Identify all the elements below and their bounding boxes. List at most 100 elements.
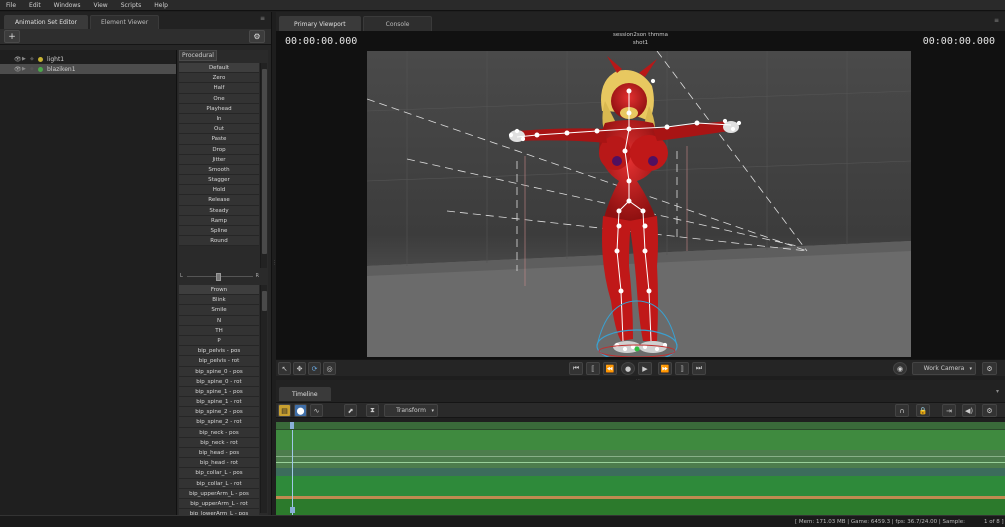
lock-icon[interactable]: ◆ xyxy=(30,66,38,72)
tree-item-light1[interactable]: 👁 ▶ ◆ light1 xyxy=(0,54,176,64)
tab-procedural[interactable]: Procedural xyxy=(179,50,217,61)
control-scrollbar[interactable] xyxy=(260,285,267,513)
control-item[interactable]: bip_collar_L - rot xyxy=(179,478,259,489)
control-item[interactable]: bip_upperArm_L - pos xyxy=(179,488,259,499)
scroll-thumb[interactable] xyxy=(262,69,267,254)
expand-arrow-icon[interactable]: ▶ xyxy=(22,66,30,72)
panel-menu-icon[interactable]: ≡ xyxy=(260,15,265,22)
procedural-item[interactable]: Paste xyxy=(179,134,259,145)
audio-icon[interactable]: ◀) xyxy=(962,404,976,417)
procedural-item[interactable]: Zero xyxy=(179,73,259,84)
transform-dropdown[interactable]: Transform ▾ xyxy=(384,404,438,417)
timeline-tracks[interactable] xyxy=(276,430,1005,515)
tree-item-blaziken1[interactable]: 👁 ▶ ◆ blaziken1 xyxy=(0,64,176,74)
timeline-settings-gear-icon[interactable]: ⚙ xyxy=(982,404,997,417)
mark-in-button[interactable]: ⟦ xyxy=(586,362,600,375)
procedural-item[interactable]: Jitter xyxy=(179,154,259,165)
procedural-scrollbar[interactable] xyxy=(260,63,267,268)
play-button[interactable]: ▶ xyxy=(638,362,652,375)
menu-file[interactable]: File xyxy=(6,2,16,9)
procedural-item[interactable]: Default xyxy=(179,63,259,74)
add-button[interactable]: + xyxy=(4,30,20,43)
tab-primary-viewport[interactable]: Primary Viewport xyxy=(279,16,361,31)
procedural-item[interactable]: Smooth xyxy=(179,164,259,176)
menu-edit[interactable]: Edit xyxy=(29,2,41,9)
procedural-item[interactable]: Spline xyxy=(179,226,259,237)
control-item[interactable]: Frown xyxy=(179,285,259,296)
menu-windows[interactable]: Windows xyxy=(54,2,81,9)
scene-render[interactable] xyxy=(367,51,911,357)
3d-scene[interactable] xyxy=(367,51,911,357)
playhead-line[interactable] xyxy=(292,430,293,515)
procedural-item[interactable]: Steady xyxy=(179,205,259,216)
control-item[interactable]: bip_spine_1 - pos xyxy=(179,386,259,398)
timeline-ruler[interactable] xyxy=(276,422,1005,430)
lr-slider[interactable]: L R xyxy=(179,272,259,282)
control-item[interactable]: P xyxy=(179,335,259,347)
jump-to-end-icon[interactable]: ⇥ xyxy=(942,404,956,417)
control-item[interactable]: bip_spine_0 - pos xyxy=(179,366,259,377)
visibility-eye-icon[interactable]: 👁 xyxy=(14,56,22,63)
scale-keys-icon[interactable]: ⧗ xyxy=(366,404,379,417)
settings-gear-icon[interactable]: ⚙ xyxy=(249,30,265,43)
control-item[interactable]: TH xyxy=(179,325,259,336)
control-item[interactable]: bip_neck - rot xyxy=(179,437,259,448)
dope-sheet-icon[interactable]: ⬤ xyxy=(294,404,307,417)
procedural-item[interactable]: One xyxy=(179,93,259,104)
visibility-eye-icon[interactable]: 👁 xyxy=(14,66,22,73)
graph-editor-icon[interactable]: ∿ xyxy=(310,404,323,417)
record-button[interactable]: ● xyxy=(621,362,635,375)
key-tool-icon[interactable]: ⬈ xyxy=(344,404,357,417)
viewport-settings-gear-icon[interactable]: ⚙ xyxy=(982,362,997,375)
control-item[interactable]: bip_spine_0 - rot xyxy=(179,376,259,387)
lock-snap-icon[interactable]: 🔒 xyxy=(916,404,930,417)
step-forward-button[interactable]: ⏩ xyxy=(658,362,672,375)
procedural-item[interactable]: Out xyxy=(179,124,259,135)
control-item[interactable]: bip_pelvis - rot xyxy=(179,356,259,367)
control-item[interactable]: Smile xyxy=(179,305,259,316)
menu-help[interactable]: Help xyxy=(154,2,168,9)
menu-scripts[interactable]: Scripts xyxy=(121,2,142,9)
splitter-handle[interactable]: ⋮ xyxy=(272,260,277,268)
control-item[interactable]: bip_upperArm_L - rot xyxy=(179,498,259,510)
procedural-item[interactable]: Round xyxy=(179,236,259,247)
procedural-item[interactable]: Ramp xyxy=(179,215,259,226)
lock-icon[interactable]: ◆ xyxy=(30,56,38,62)
control-item[interactable]: Blink xyxy=(179,295,259,306)
viewport-menu-icon[interactable]: ≡ xyxy=(994,17,999,24)
tab-console[interactable]: Console xyxy=(362,16,433,31)
control-item[interactable]: bip_head - rot xyxy=(179,458,259,469)
mark-out-button[interactable]: ⟧ xyxy=(675,362,689,375)
playhead-bottom-marker[interactable] xyxy=(290,507,295,513)
expand-arrow-icon[interactable]: ▶ xyxy=(22,56,30,62)
control-item[interactable]: bip_pelvis - pos xyxy=(179,346,259,357)
tab-timeline[interactable]: Timeline xyxy=(279,387,331,401)
procedural-item[interactable]: Playhead xyxy=(179,103,259,114)
procedural-item[interactable]: Stagger xyxy=(179,175,259,186)
motion-editor-icon[interactable]: ▤ xyxy=(278,404,291,417)
procedural-item[interactable]: Release xyxy=(179,195,259,206)
skip-start-button[interactable]: ⏮ xyxy=(569,362,583,375)
procedural-item[interactable]: In xyxy=(179,113,259,125)
control-item[interactable]: N xyxy=(179,315,259,326)
procedural-item[interactable]: Half xyxy=(179,83,259,94)
magnet-snap-icon[interactable]: ∩ xyxy=(895,404,909,417)
scale-tool-icon[interactable]: ◎ xyxy=(323,362,336,375)
move-tool-icon[interactable]: ✥ xyxy=(293,362,306,375)
step-back-button[interactable]: ⏪ xyxy=(603,362,617,375)
control-item[interactable]: bip_spine_2 - pos xyxy=(179,407,259,418)
menu-view[interactable]: View xyxy=(93,2,107,9)
camera-icon[interactable]: ◉ xyxy=(893,362,907,375)
control-item[interactable]: bip_neck - pos xyxy=(179,427,259,438)
timeline-menu-icon[interactable]: ▾ xyxy=(996,388,999,395)
slider-handle[interactable] xyxy=(216,273,221,281)
control-item[interactable]: bip_spine_2 - rot xyxy=(179,417,259,428)
scroll-thumb[interactable] xyxy=(262,291,267,311)
camera-dropdown[interactable]: Work Camera ▾ xyxy=(912,362,976,375)
control-item[interactable]: bip_collar_L - pos xyxy=(179,468,259,479)
tab-animation-set-editor[interactable]: Animation Set Editor xyxy=(4,15,89,29)
select-tool-icon[interactable]: ↖ xyxy=(278,362,291,375)
tab-element-viewer[interactable]: Element Viewer xyxy=(90,15,160,29)
playhead-marker[interactable] xyxy=(290,422,294,429)
control-item[interactable]: bip_head - pos xyxy=(179,448,259,459)
